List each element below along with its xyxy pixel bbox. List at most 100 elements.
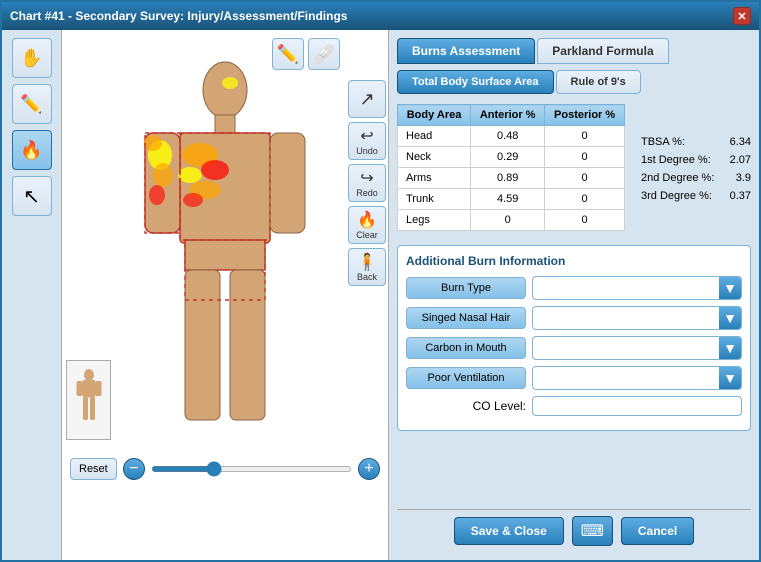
cancel-button[interactable]: Cancel	[621, 517, 694, 545]
posterior-cell: 0	[545, 126, 625, 147]
undo-icon: ↩	[360, 126, 373, 146]
burns-assessment-tab[interactable]: Burns Assessment	[397, 38, 535, 64]
additional-section: Additional Burn Information Burn Type ▼ …	[397, 245, 751, 431]
carbon-mouth-arrow[interactable]: ▼	[719, 337, 741, 359]
clear-btn[interactable]: 🔥 Clear	[348, 206, 386, 244]
poor-ventilation-input[interactable]	[533, 369, 719, 387]
chevron-down-icon-2: ▼	[723, 310, 737, 326]
burn-type-label[interactable]: Burn Type	[406, 277, 526, 299]
eraser-tool-btn[interactable]: 🩹	[308, 38, 340, 70]
burn-type-row: Burn Type ▼	[406, 276, 742, 300]
thumbnail-svg	[74, 365, 104, 435]
posterior-cell: 0	[545, 147, 625, 168]
posterior-cell: 0	[545, 168, 625, 189]
co-level-input[interactable]	[532, 396, 742, 416]
burn-type-dropdown[interactable]: ▼	[532, 276, 742, 300]
total-body-surface-tab[interactable]: Total Body Surface Area	[397, 70, 554, 94]
thumbnail-box	[66, 360, 111, 440]
burn-type-arrow[interactable]: ▼	[719, 277, 741, 299]
undo-label: Undo	[356, 146, 378, 156]
posterior-cell: 0	[545, 189, 625, 210]
hand-tool-btn[interactable]: ✋	[12, 38, 52, 78]
poor-ventilation-row: Poor Ventilation ▼	[406, 366, 742, 390]
rule-of-nines-tab[interactable]: Rule of 9's	[556, 70, 641, 94]
carbon-mouth-row: Carbon in Mouth ▼	[406, 336, 742, 360]
chevron-down-icon: ▼	[723, 280, 737, 296]
eraser-icon: 🩹	[313, 44, 335, 65]
second-degree-value: 3.9	[736, 172, 751, 184]
pointer-tool-btn[interactable]: ↖	[12, 176, 52, 216]
minus-icon: −	[129, 461, 138, 477]
second-degree-stat: 2nd Degree %: 3.9	[641, 172, 751, 184]
co-level-row: CO Level:	[406, 396, 742, 416]
carbon-mouth-dropdown[interactable]: ▼	[532, 336, 742, 360]
tbsa-value: 6.34	[730, 136, 751, 148]
pencil-tool-btn[interactable]: ✏️	[12, 84, 52, 124]
tbsa-stat: TBSA %: 6.34	[641, 136, 751, 148]
close-button[interactable]: ✕	[733, 7, 751, 25]
body-controls: Reset − +	[62, 450, 388, 488]
keyboard-button[interactable]: ⌨	[572, 516, 613, 546]
right-panel: Burns Assessment Parkland Formula Total …	[389, 30, 759, 560]
reset-button[interactable]: Reset	[70, 458, 117, 480]
singed-nasal-label[interactable]: Singed Nasal Hair	[406, 307, 526, 329]
additional-title: Additional Burn Information	[406, 254, 742, 268]
share-icon: ↗	[359, 89, 374, 110]
back-icon: 🧍	[357, 252, 377, 272]
body-area-cell: Head	[398, 126, 471, 147]
body-figure-container[interactable]: ✏️ 🩹	[62, 30, 388, 450]
pencil-icon: ✏️	[20, 94, 42, 115]
third-degree-stat: 3rd Degree %: 0.37	[641, 190, 751, 202]
table-row: Arms 0.89 0	[398, 168, 625, 189]
table-row: Neck 0.29 0	[398, 147, 625, 168]
tbsa-stats-area: TBSA %: 6.34 1st Degree %: 2.07 2nd Degr…	[641, 104, 751, 235]
back-label: Back	[357, 272, 377, 282]
draw-tool-btn[interactable]: ✏️	[272, 38, 304, 70]
main-content: ✋ ✏️ 🔥 ↖ ✏️ 🩹	[2, 30, 759, 560]
chevron-down-icon-4: ▼	[723, 370, 737, 386]
carbon-mouth-input[interactable]	[533, 339, 719, 357]
body-area-cell: Arms	[398, 168, 471, 189]
body-area-cell: Trunk	[398, 189, 471, 210]
undo-btn[interactable]: ↩ Undo	[348, 122, 386, 160]
carbon-mouth-label[interactable]: Carbon in Mouth	[406, 337, 526, 359]
poor-ventilation-arrow[interactable]: ▼	[719, 367, 741, 389]
table-row: Legs 0 0	[398, 210, 625, 231]
pointer-icon: ↖	[23, 184, 40, 209]
col-body-area: Body Area	[398, 105, 471, 126]
poor-ventilation-label[interactable]: Poor Ventilation	[406, 367, 526, 389]
zoom-minus-btn[interactable]: −	[123, 458, 145, 480]
singed-nasal-dropdown[interactable]: ▼	[532, 306, 742, 330]
redo-icon: ↪	[360, 168, 373, 188]
back-btn[interactable]: 🧍 Back	[348, 248, 386, 286]
clear-icon: 🔥	[357, 210, 377, 230]
table-row: Head 0.48 0	[398, 126, 625, 147]
first-degree-stat: 1st Degree %: 2.07	[641, 154, 751, 166]
sub-tab-row: Total Body Surface Area Rule of 9's	[397, 70, 751, 94]
poor-ventilation-dropdown[interactable]: ▼	[532, 366, 742, 390]
save-close-button[interactable]: Save & Close	[454, 517, 564, 545]
plus-icon: +	[364, 461, 373, 477]
hand-icon: ✋	[20, 48, 42, 69]
burn-type-input[interactable]	[533, 279, 719, 297]
zoom-plus-btn[interactable]: +	[358, 458, 380, 480]
draw-icon: ✏️	[277, 44, 299, 65]
body-area-cell: Legs	[398, 210, 471, 231]
first-degree-label: 1st Degree %:	[641, 154, 711, 166]
body-diagram-svg[interactable]	[125, 55, 325, 455]
first-degree-value: 2.07	[730, 154, 751, 166]
redo-btn[interactable]: ↪ Redo	[348, 164, 386, 202]
anterior-cell: 4.59	[471, 189, 545, 210]
fire-tool-btn[interactable]: 🔥	[12, 130, 52, 170]
col-anterior: Anterior %	[471, 105, 545, 126]
share-btn[interactable]: ↗	[348, 80, 386, 118]
col-posterior: Posterior %	[545, 105, 625, 126]
chevron-down-icon-3: ▼	[723, 340, 737, 356]
singed-nasal-arrow[interactable]: ▼	[719, 307, 741, 329]
singed-nasal-input[interactable]	[533, 309, 719, 327]
parkland-formula-tab[interactable]: Parkland Formula	[537, 38, 668, 64]
right-tools: ↗ ↩ Undo ↪ Redo 🔥 Clear 🧍	[348, 80, 386, 286]
third-degree-value: 0.37	[730, 190, 751, 202]
window-title: Chart #41 - Secondary Survey: Injury/Ass…	[10, 9, 347, 23]
zoom-slider[interactable]	[151, 466, 352, 472]
